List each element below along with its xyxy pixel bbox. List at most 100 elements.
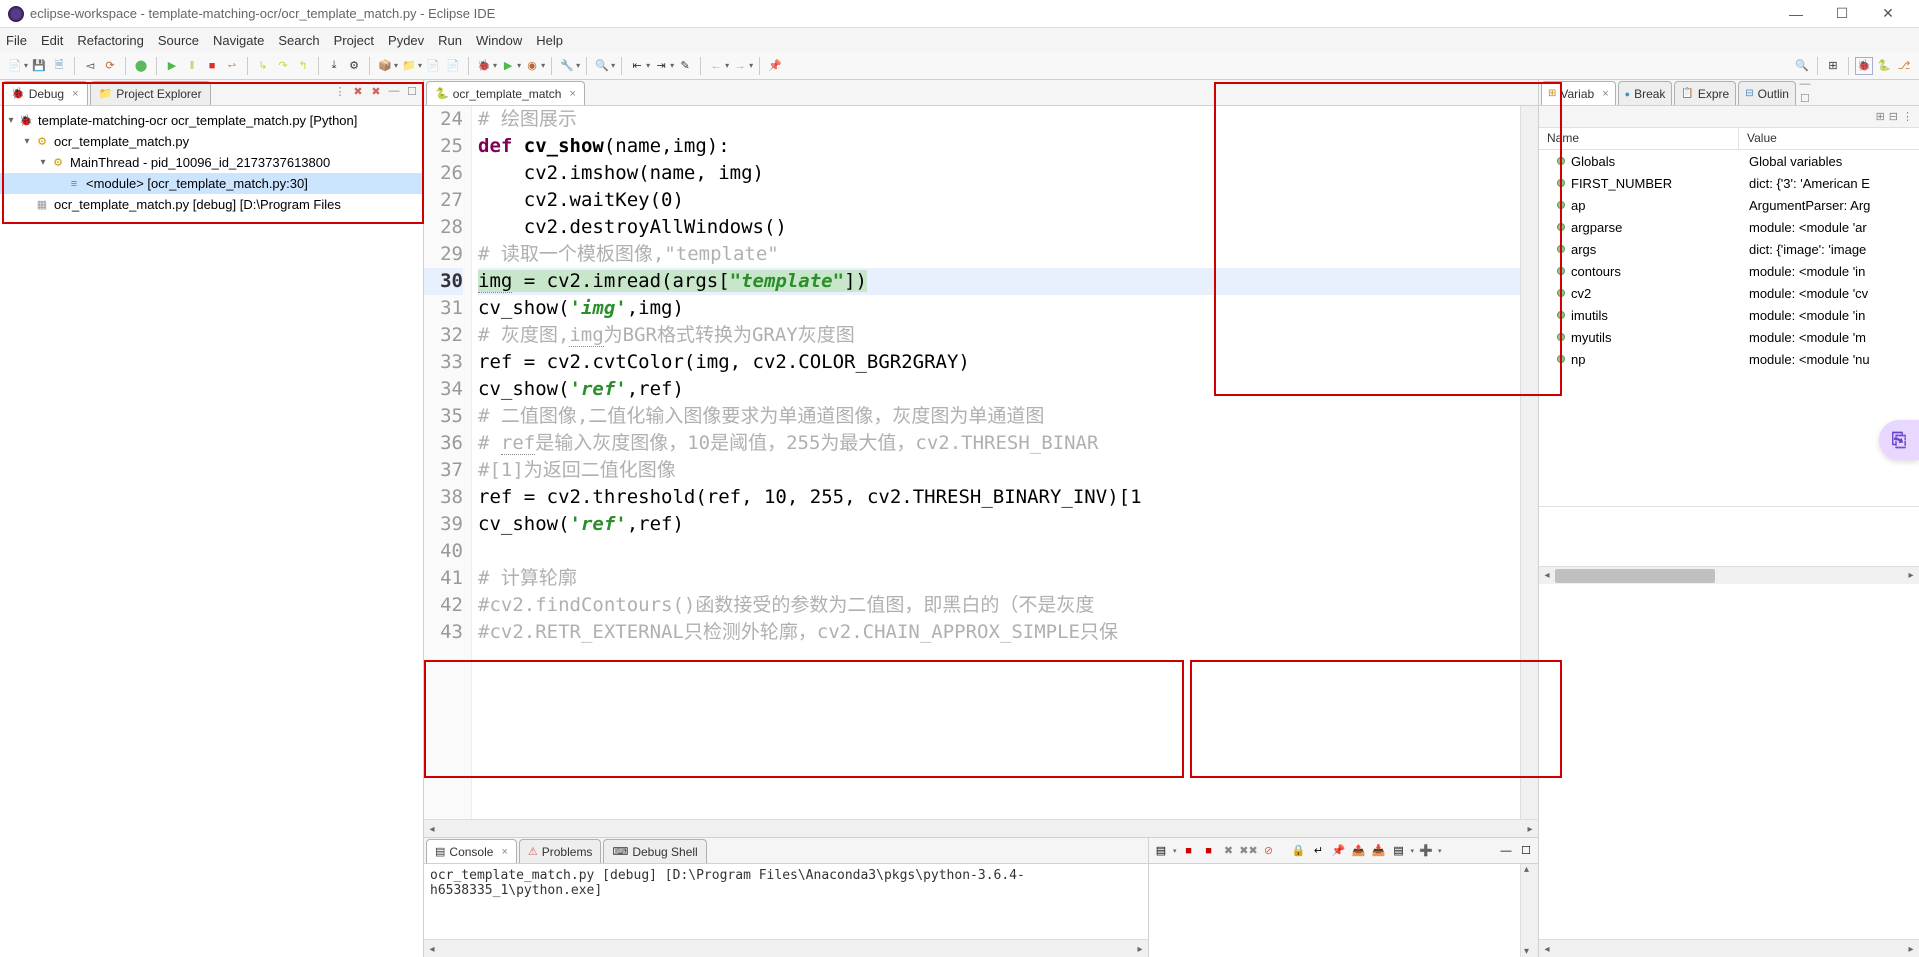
menu-help[interactable]: Help — [536, 33, 563, 48]
code-line[interactable]: cv_show('img',img) — [478, 295, 1520, 322]
new-module-icon[interactable]: 📦 — [376, 57, 394, 75]
minimize-button[interactable]: — — [1773, 0, 1819, 28]
minimize-console-icon[interactable]: — — [1498, 843, 1514, 859]
coverage-icon[interactable]: ◉ — [523, 57, 541, 75]
pin-console-icon[interactable]: 📌 — [1331, 843, 1347, 859]
back-icon[interactable]: ◅ — [81, 57, 99, 75]
menu-refactoring[interactable]: Refactoring — [77, 33, 143, 48]
tree-target[interactable]: ▾⚙ ocr_template_match.py — [0, 131, 423, 152]
step-over-icon[interactable]: ↷ — [274, 57, 292, 75]
menu-search[interactable]: Search — [278, 33, 319, 48]
scroll-left-icon[interactable]: ◂ — [424, 821, 440, 837]
tree-launch[interactable]: ▾🐞 template-matching-ocr ocr_template_ma… — [0, 110, 423, 131]
code-line[interactable]: # 灰度图,img为BGR格式转换为GRAY灰度图 — [478, 322, 1520, 349]
new-package-icon[interactable]: 📁 — [400, 57, 418, 75]
tab-outline[interactable]: ⊟ Outlin — [1738, 81, 1796, 105]
right-lower-h-scroll[interactable]: ◂ ▸ — [1539, 939, 1919, 957]
editor-scrollbar[interactable] — [1520, 106, 1538, 819]
close-icon[interactable]: × — [1602, 88, 1608, 100]
variable-row[interactable]: cv2module: <module 'cv — [1539, 282, 1919, 304]
menu-project[interactable]: Project — [334, 33, 374, 48]
skip-breakpoints-icon[interactable]: ⬤ — [132, 57, 150, 75]
debug-remove-all-icon[interactable]: ✖ — [369, 84, 383, 98]
new-source-icon[interactable]: 📄 — [444, 57, 462, 75]
show-standard-out-icon[interactable]: 📤 — [1351, 843, 1367, 859]
tab-console[interactable]: ▤ Console × — [426, 839, 517, 863]
new-console-view-icon[interactable]: ➕ — [1418, 843, 1434, 859]
git-perspective-icon[interactable]: ⎇ — [1895, 57, 1913, 75]
scroll-left-icon[interactable]: ◂ — [424, 941, 440, 957]
next-annotation-icon[interactable]: ⇥ — [652, 57, 670, 75]
tab-project-explorer[interactable]: 📁 Project Explorer — [90, 81, 211, 105]
code-line[interactable]: # 绘图展示 — [478, 106, 1520, 133]
code-line[interactable]: # 读取一个模板图像,"template" — [478, 241, 1520, 268]
step-return-icon[interactable]: ↰ — [294, 57, 312, 75]
scrollbar-v[interactable]: ▴ ▾ — [1520, 864, 1538, 957]
tab-debug[interactable]: 🐞 Debug × — [2, 81, 88, 105]
code-editor[interactable]: 2425262728293031323334353637383940414243… — [424, 106, 1538, 819]
variable-row[interactable]: argsdict: {'image': 'image — [1539, 238, 1919, 260]
disconnect-icon[interactable]: ⥋ — [223, 57, 241, 75]
code-line[interactable] — [478, 538, 1520, 565]
code-line[interactable]: cv2.imshow(name, img) — [478, 160, 1520, 187]
close-icon[interactable]: × — [72, 88, 78, 100]
console-body[interactable]: ocr_template_match.py [debug] [D:\Progra… — [424, 864, 1148, 939]
terminate-all-icon[interactable]: ■ — [1201, 843, 1217, 859]
quick-access-icon[interactable]: 🔍 — [1793, 57, 1811, 75]
menu-pydev[interactable]: Pydev — [388, 33, 424, 48]
run-icon[interactable]: ▶ — [499, 57, 517, 75]
scroll-right-icon[interactable]: ▸ — [1522, 821, 1538, 837]
code-line[interactable]: ref = cv2.threshold(ref, 10, 255, cv2.TH… — [478, 484, 1520, 511]
debug-perspective-icon[interactable]: 🐞 — [1855, 57, 1873, 75]
editor-tab[interactable]: 🐍 ocr_template_match × — [426, 81, 585, 105]
code-line[interactable]: #cv2.RETR_EXTERNAL只检测外轮廓，cv2.CHAIN_APPRO… — [478, 619, 1520, 646]
code-line[interactable]: cv_show('ref',ref) — [478, 376, 1520, 403]
menu-run[interactable]: Run — [438, 33, 462, 48]
scroll-right-icon[interactable]: ▸ — [1132, 941, 1148, 957]
new-class-icon[interactable]: 📄 — [424, 57, 442, 75]
floating-assist-button[interactable]: ⎘ — [1879, 420, 1919, 460]
menu-navigate[interactable]: Navigate — [213, 33, 264, 48]
external-tools-icon[interactable]: 🔧 — [558, 57, 576, 75]
drop-to-frame-icon[interactable]: ⤓ — [325, 57, 343, 75]
variable-row[interactable]: FIRST_NUMBERdict: {'3': 'American E — [1539, 172, 1919, 194]
menu-file[interactable]: File — [6, 33, 27, 48]
var-detail-pane[interactable] — [1539, 506, 1919, 566]
scroll-up-icon[interactable]: ▴ — [1524, 864, 1529, 875]
code-line[interactable]: def cv_show(name,img): — [478, 133, 1520, 160]
editor-h-scroll[interactable]: ◂ ▸ — [424, 819, 1538, 837]
scroll-right-icon[interactable]: ▸ — [1903, 941, 1919, 957]
forward-history-icon[interactable]: → — [731, 57, 749, 75]
open-console-icon[interactable]: ▤ — [1391, 843, 1407, 859]
pin-editor-icon[interactable]: 📌 — [766, 57, 784, 75]
maximize-button[interactable]: ☐ — [1819, 0, 1865, 28]
minimize-view-icon[interactable]: — — [1798, 77, 1812, 91]
tab-breakpoints[interactable]: ● Break — [1618, 81, 1673, 105]
pydev-perspective-icon[interactable]: 🐍 — [1875, 57, 1893, 75]
code-line[interactable]: img = cv2.imread(args["template"]) — [478, 268, 1520, 295]
menu-edit[interactable]: Edit — [41, 33, 63, 48]
maximize-view-icon[interactable]: ☐ — [405, 84, 419, 98]
code-line[interactable]: # 二值图像,二值化输入图像要求为单通道图像，灰度图为单通道图 — [478, 403, 1520, 430]
maximize-view-icon[interactable]: ☐ — [1798, 91, 1812, 105]
variable-row[interactable]: argparsemodule: <module 'ar — [1539, 216, 1919, 238]
code-area[interactable]: # 绘图展示def cv_show(name,img): cv2.imshow(… — [472, 106, 1520, 819]
collapse-all-icon[interactable]: ⊟ — [1889, 110, 1898, 123]
tab-variables[interactable]: ⊞ Variab × — [1541, 81, 1616, 105]
console-h-scroll[interactable]: ◂ ▸ — [424, 939, 1148, 957]
variable-row[interactable]: imutilsmodule: <module 'in — [1539, 304, 1919, 326]
suspend-icon[interactable]: ‖ — [183, 57, 201, 75]
scroll-left-icon[interactable]: ◂ — [1539, 941, 1555, 957]
col-value[interactable]: Value — [1739, 128, 1919, 149]
code-line[interactable]: # 计算轮廓 — [478, 565, 1520, 592]
tab-expressions[interactable]: 📋 Expre — [1674, 81, 1736, 105]
tab-problems[interactable]: ⚠ Problems — [519, 839, 602, 863]
close-icon[interactable]: × — [501, 846, 507, 858]
variable-row[interactable]: GlobalsGlobal variables — [1539, 150, 1919, 172]
menu-source[interactable]: Source — [158, 33, 199, 48]
tree-process[interactable]: ▦ ocr_template_match.py [debug] [D:\Prog… — [0, 194, 423, 215]
variable-row[interactable]: contoursmodule: <module 'in — [1539, 260, 1919, 282]
resume-icon[interactable]: ▶ — [163, 57, 181, 75]
clear-console-icon[interactable]: ⊘ — [1261, 843, 1277, 859]
tree-thread[interactable]: ▾⚙ MainThread - pid_10096_id_21737376138… — [0, 152, 423, 173]
